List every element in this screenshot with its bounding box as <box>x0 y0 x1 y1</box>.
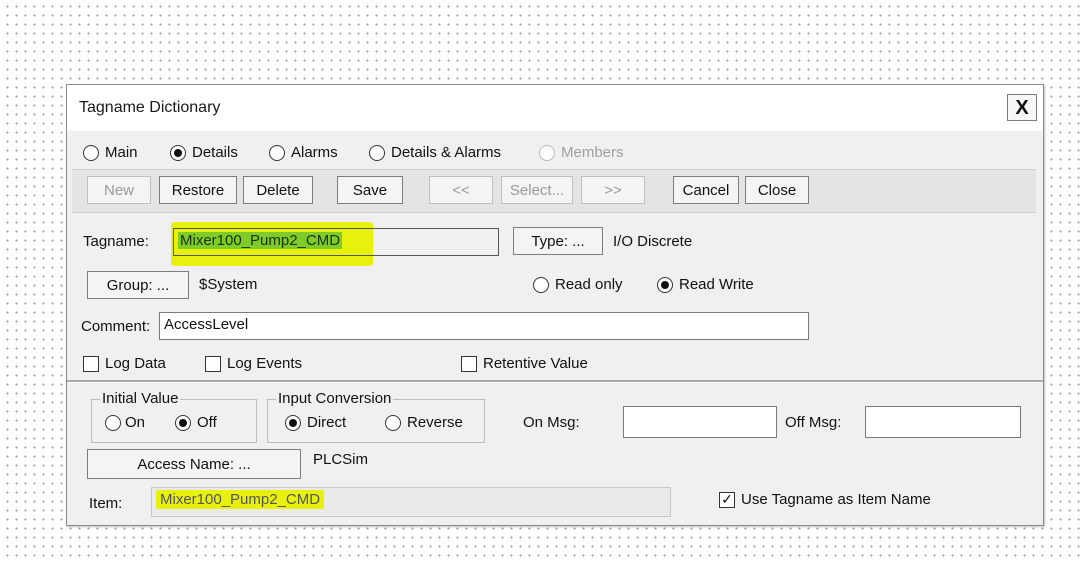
log-data-checkbox[interactable] <box>83 356 99 372</box>
tagname-input[interactable]: Mixer100_Pump2_CMD <box>173 228 499 256</box>
radio-main[interactable] <box>83 145 99 161</box>
dialog-title: Tagname Dictionary <box>79 99 221 116</box>
radio-main-label[interactable]: Main <box>105 144 138 161</box>
input-conversion-title: Input Conversion <box>276 390 394 407</box>
checkmark-icon: ✓ <box>721 491 733 507</box>
radio-members-label: Members <box>561 144 624 161</box>
item-label: Item: <box>89 495 123 512</box>
use-tagname-checkbox[interactable]: ✓ <box>719 492 735 508</box>
restore-button[interactable]: Restore <box>159 176 237 204</box>
save-button[interactable]: Save <box>337 176 403 204</box>
section-divider <box>67 380 1043 383</box>
radio-read-write-label[interactable]: Read Write <box>679 276 754 293</box>
off-msg-label: Off Msg: <box>785 414 842 431</box>
radio-initial-on[interactable] <box>105 415 121 431</box>
retentive-value-checkbox[interactable] <box>461 356 477 372</box>
tagname-label: Tagname: <box>83 233 149 250</box>
radio-read-only-label[interactable]: Read only <box>555 276 623 293</box>
next-button[interactable]: >> <box>581 176 645 204</box>
cancel-button[interactable]: Cancel <box>673 176 739 204</box>
previous-button[interactable]: << <box>429 176 493 204</box>
log-events-checkbox[interactable] <box>205 356 221 372</box>
radio-read-write[interactable] <box>657 277 673 293</box>
item-input[interactable]: Mixer100_Pump2_CMD <box>151 487 671 517</box>
radio-reverse-label[interactable]: Reverse <box>407 414 463 431</box>
group-button[interactable]: Group: ... <box>87 271 189 299</box>
tagname-dictionary-dialog: Tagname Dictionary X Main Details Alarms… <box>66 84 1044 526</box>
radio-details-alarms[interactable] <box>369 145 385 161</box>
radio-alarms[interactable] <box>269 145 285 161</box>
radio-alarms-label[interactable]: Alarms <box>291 144 338 161</box>
initial-value-title: Initial Value <box>100 390 181 407</box>
access-name-value: PLCSim <box>313 451 369 468</box>
radio-initial-off[interactable] <box>175 415 191 431</box>
use-tagname-label[interactable]: Use Tagname as Item Name <box>741 491 931 508</box>
log-data-label[interactable]: Log Data <box>105 355 166 372</box>
close-icon[interactable]: X <box>1007 94 1037 121</box>
radio-read-only[interactable] <box>533 277 549 293</box>
log-events-label[interactable]: Log Events <box>227 355 302 372</box>
select-button[interactable]: Select... <box>501 176 573 204</box>
delete-button[interactable]: Delete <box>243 176 313 204</box>
comment-label: Comment: <box>81 318 151 335</box>
radio-details[interactable] <box>170 145 186 161</box>
type-value: I/O Discrete <box>613 233 693 250</box>
access-name-button[interactable]: Access Name: ... <box>87 449 301 479</box>
radio-initial-on-label[interactable]: On <box>125 414 145 431</box>
radio-direct[interactable] <box>285 415 301 431</box>
radio-reverse[interactable] <box>385 415 401 431</box>
group-value: $System <box>199 276 258 293</box>
close-button[interactable]: Close <box>745 176 809 204</box>
off-msg-input[interactable] <box>865 406 1021 438</box>
title-bar[interactable]: Tagname Dictionary X <box>67 85 1043 131</box>
radio-members <box>539 145 555 161</box>
radio-initial-off-label[interactable]: Off <box>197 414 217 431</box>
new-button[interactable]: New <box>87 176 151 204</box>
comment-input[interactable]: AccessLevel <box>159 312 809 340</box>
tagname-value: Mixer100_Pump2_CMD <box>178 232 343 249</box>
radio-direct-label[interactable]: Direct <box>307 414 346 431</box>
retentive-value-label[interactable]: Retentive Value <box>483 355 588 372</box>
on-msg-input[interactable] <box>623 406 777 438</box>
on-msg-label: On Msg: <box>523 414 580 431</box>
radio-details-label[interactable]: Details <box>192 144 238 161</box>
item-value: Mixer100_Pump2_CMD <box>156 490 325 509</box>
radio-details-alarms-label[interactable]: Details & Alarms <box>391 144 501 161</box>
type-button[interactable]: Type: ... <box>513 227 603 255</box>
